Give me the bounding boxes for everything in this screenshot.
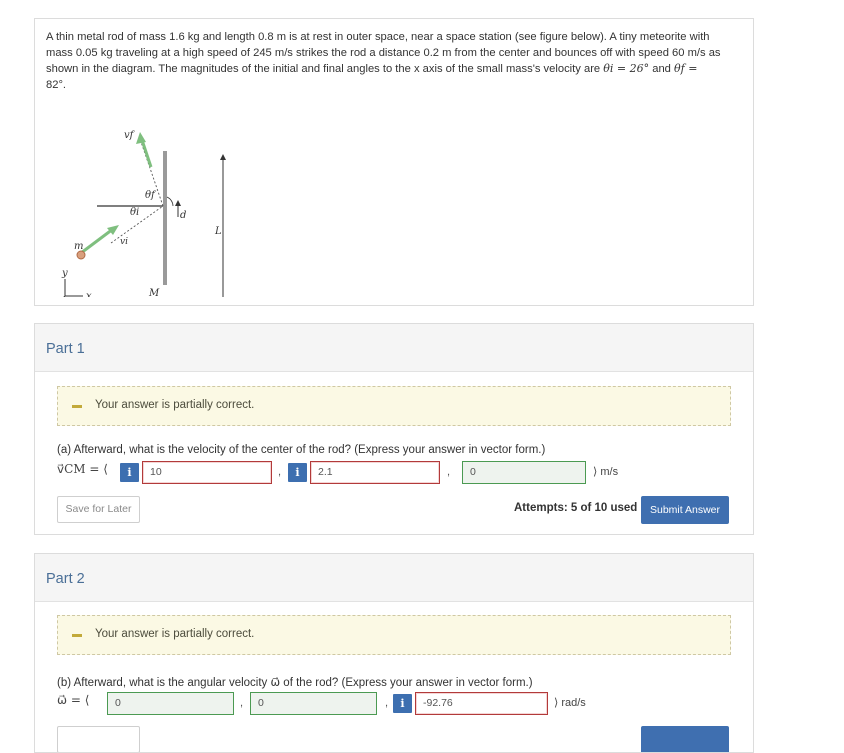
vi-arrow [80, 227, 114, 255]
omega-z-input[interactable]: -92.76 [415, 692, 548, 715]
problem-statement: A thin metal rod of mass 1.6 kg and leng… [46, 30, 746, 93]
info-icon-3[interactable]: i [393, 694, 412, 713]
label-theta-i: θi [130, 207, 139, 218]
omega-x-input[interactable]: 0 [107, 692, 234, 715]
problem-card: A thin metal rod of mass 1.6 kg and leng… [34, 18, 754, 306]
theta-f-expression: θf = [674, 62, 698, 75]
partial-correct-icon [72, 405, 82, 408]
save-for-later-button[interactable]: Save for Later [57, 496, 140, 523]
comma-3: , [240, 697, 244, 709]
partial-correct-icon [72, 634, 82, 637]
part-1-answer-row: v⃗CM = ⟨ i 10 , i 2.1 , 0 ⟩ m/s [57, 460, 737, 484]
part-2-submit-button-partial[interactable] [641, 726, 729, 752]
v-cm-z-input[interactable]: 0 [462, 461, 586, 484]
comma-1: , [278, 466, 282, 478]
info-icon-1[interactable]: i [120, 463, 139, 482]
submit-answer-button[interactable]: Submit Answer [641, 496, 729, 524]
v-cm-x-input[interactable]: 10 [142, 461, 272, 484]
part-2-question: (b) Afterward, what is the angular veloc… [57, 677, 533, 689]
collision-figure: vf θf θi vi m M d L y x z [61, 130, 226, 297]
label-m: m [74, 241, 83, 252]
part-2-title: Part 2 [35, 554, 753, 602]
problem-line-1: A thin metal rod of mass 1.6 kg and leng… [46, 31, 710, 43]
theta-f-arc [166, 196, 174, 207]
problem-line-2: mass 0.05 kg traveling at a high speed o… [46, 46, 721, 59]
part-1-title: Part 1 [35, 324, 753, 372]
comma-4: , [385, 697, 389, 709]
theta-i-expression: θi = 26° [603, 62, 650, 75]
comma-2: , [447, 466, 451, 478]
problem-line-4: 82°. [46, 78, 67, 91]
part-1-feedback-text: Your answer is partially correct. [95, 399, 255, 411]
label-vi: vi [120, 237, 128, 247]
rod [163, 151, 167, 285]
attempts-counter: Attempts: 5 of 10 used [514, 502, 638, 514]
part-2-answer-row: ω⃗ = ⟨ 0 , 0 , i -92.76 ⟩ rad/s [57, 691, 737, 715]
label-x: x [86, 291, 92, 297]
part-2-feedback: Your answer is partially correct. [57, 615, 731, 655]
v-cm-unit: ⟩ m/s [593, 466, 619, 478]
label-L: L [214, 226, 222, 237]
v-cm-y-input[interactable]: 2.1 [310, 461, 440, 484]
info-icon-2[interactable]: i [288, 463, 307, 482]
meteorite-mass [76, 250, 86, 260]
problem-and-word: and [652, 63, 671, 75]
omega-y-input[interactable]: 0 [250, 692, 377, 715]
vf-arrow [140, 139, 153, 168]
omega-unit: ⟩ rad/s [554, 697, 586, 709]
label-y: y [61, 268, 68, 279]
part-1-card: Part 1 Your answer is partially correct.… [34, 323, 754, 535]
problem-line-3: shown in the diagram. The magnitudes of … [46, 61, 746, 78]
part-1-question: (a) Afterward, what is the velocity of t… [57, 444, 546, 456]
part-2-card: Part 2 Your answer is partially correct.… [34, 553, 754, 753]
label-theta-f: θf [145, 190, 157, 201]
label-vf: vf [124, 130, 136, 141]
part-1-feedback: Your answer is partially correct. [57, 386, 731, 426]
label-d: d [180, 210, 186, 221]
problem-line-3-text: shown in the diagram. The magnitudes of … [46, 63, 601, 75]
z-axis [63, 295, 66, 297]
part-2-feedback-text: Your answer is partially correct. [95, 628, 255, 640]
label-M: M [148, 288, 160, 297]
omega-label: ω⃗ = ⟨ [57, 693, 90, 707]
v-cm-label: v⃗CM = ⟨ [57, 462, 108, 476]
part-2-save-button-partial[interactable] [57, 726, 140, 752]
vf-arrowhead [136, 132, 146, 144]
